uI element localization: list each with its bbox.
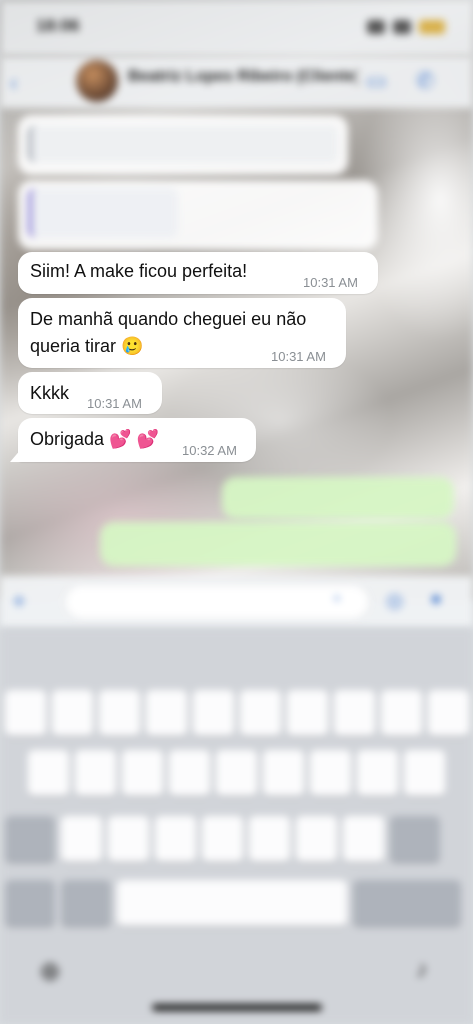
numbers-key[interactable] <box>5 880 55 926</box>
status-bar: 18:06 <box>0 0 473 56</box>
home-indicator <box>152 1004 322 1011</box>
chat-header: ‹ Beatriz Lopes Ribeiro (Cliente) ▭ ✆ <box>0 56 473 108</box>
key[interactable] <box>357 750 398 796</box>
key[interactable] <box>52 690 93 736</box>
avatar[interactable] <box>76 60 118 102</box>
suggestion-item[interactable] <box>334 646 454 670</box>
message-bubble[interactable]: Obrigada 💕 💕 10:32 AM <box>10 418 256 462</box>
key[interactable] <box>75 750 116 796</box>
space-key[interactable] <box>117 880 347 926</box>
message-input[interactable] <box>64 584 370 620</box>
battery-icon <box>419 20 445 34</box>
message-text: Obrigada 💕 💕 <box>30 429 159 449</box>
key-row <box>5 816 440 862</box>
key[interactable] <box>155 816 196 862</box>
key[interactable] <box>169 750 210 796</box>
phone-icon: ✆ <box>416 68 435 93</box>
key-row <box>28 750 445 796</box>
message-time: 10:31 AM <box>271 349 326 364</box>
key[interactable] <box>263 750 304 796</box>
camera-button[interactable]: ◎ <box>386 588 414 616</box>
message-input-bar: + ◔ ◎ ● <box>0 576 473 628</box>
key[interactable] <box>287 690 328 736</box>
camera-icon: ◎ <box>386 590 404 612</box>
previous-message[interactable] <box>18 180 378 250</box>
microphone-icon: ● <box>430 588 443 610</box>
key[interactable] <box>343 816 384 862</box>
key[interactable] <box>310 750 351 796</box>
previous-message[interactable] <box>18 115 348 175</box>
sticker-icon: ◔ <box>330 589 341 609</box>
key-row <box>5 880 461 926</box>
key[interactable] <box>146 690 187 736</box>
key[interactable] <box>381 690 422 736</box>
suggestion-item[interactable] <box>176 646 296 670</box>
key[interactable] <box>240 690 281 736</box>
message-bubble[interactable]: De manhã quando cheguei eu não queria ti… <box>18 298 346 368</box>
key[interactable] <box>296 816 337 862</box>
attach-button[interactable]: + <box>12 588 40 616</box>
voice-call-button[interactable]: ✆ <box>416 68 452 96</box>
sticker-button[interactable]: ◔ <box>330 589 356 615</box>
message-time: 10:32 AM <box>182 443 237 458</box>
key[interactable] <box>404 750 445 796</box>
outgoing-message[interactable] <box>100 522 456 566</box>
return-key[interactable] <box>353 880 461 926</box>
status-icons <box>365 16 445 38</box>
wifi-icon <box>393 20 411 34</box>
key[interactable] <box>28 750 69 796</box>
bubble-tail <box>10 448 22 462</box>
key[interactable] <box>428 690 469 736</box>
key-row <box>5 690 469 736</box>
keyboard: ⊕ ♪ <box>0 628 473 1024</box>
outgoing-message[interactable] <box>222 477 454 519</box>
key[interactable] <box>61 816 102 862</box>
key[interactable] <box>202 816 243 862</box>
message-time: 10:31 AM <box>303 275 358 290</box>
video-call-button[interactable]: ▭ <box>366 68 402 96</box>
message-text: Siim! A make ficou perfeita! <box>30 261 248 281</box>
key[interactable] <box>193 690 234 736</box>
dictation-button[interactable]: ♪ <box>402 956 442 996</box>
suggestion-item[interactable] <box>19 646 139 670</box>
video-camera-icon: ▭ <box>366 68 387 93</box>
status-time: 18:06 <box>36 16 80 35</box>
key[interactable] <box>216 750 257 796</box>
globe-icon: ⊕ <box>39 956 61 986</box>
plus-icon: + <box>12 588 27 615</box>
message-time: 10:31 AM <box>87 396 142 411</box>
message-bubble[interactable]: Kkkk 10:31 AM <box>18 372 162 414</box>
microphone-button[interactable]: ● <box>430 588 458 616</box>
signal-icon <box>367 20 385 34</box>
globe-button[interactable]: ⊕ <box>30 956 70 996</box>
shift-key[interactable] <box>5 816 55 862</box>
quoted-reply <box>28 188 178 238</box>
key[interactable] <box>334 690 375 736</box>
microphone-icon: ♪ <box>416 956 428 983</box>
chevron-left-icon: ‹ <box>10 70 18 95</box>
key[interactable] <box>122 750 163 796</box>
backspace-key[interactable] <box>390 816 440 862</box>
message-text: Kkkk <box>30 383 70 403</box>
emoji-key[interactable] <box>61 880 111 926</box>
key[interactable] <box>108 816 149 862</box>
contact-name[interactable]: Beatriz Lopes Ribeiro (Cliente) <box>128 68 358 92</box>
key[interactable] <box>249 816 290 862</box>
back-button[interactable]: ‹ <box>10 70 50 96</box>
key[interactable] <box>5 690 46 736</box>
message-bubble[interactable]: Siim! A make ficou perfeita! 10:31 AM <box>18 252 378 294</box>
key[interactable] <box>99 690 140 736</box>
suggestion-bar <box>0 636 473 680</box>
quoted-reply <box>28 125 338 163</box>
